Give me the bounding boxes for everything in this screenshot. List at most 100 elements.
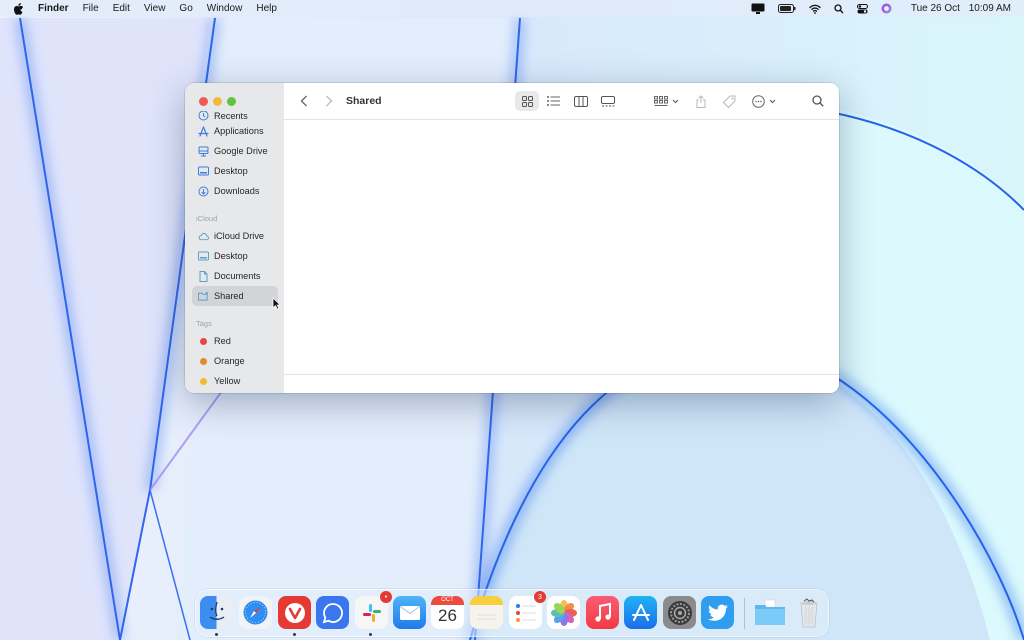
running-indicator [293, 633, 296, 636]
forward-button[interactable] [322, 91, 336, 111]
app-store-icon [631, 603, 650, 621]
trash-icon [800, 597, 817, 627]
sidebar-item-icloud-drive[interactable]: iCloud Drive [192, 226, 278, 246]
desktop-icon [198, 251, 209, 262]
chevron-left-icon [300, 95, 307, 107]
gallery-icon [601, 95, 615, 106]
zoom-button[interactable] [227, 97, 236, 106]
dock-music[interactable] [586, 596, 619, 629]
slack-icon [362, 603, 381, 622]
minimize-button[interactable] [213, 97, 222, 106]
menu-view[interactable]: View [144, 3, 166, 14]
menu-edit[interactable]: Edit [113, 3, 130, 14]
wifi-icon[interactable] [809, 4, 821, 14]
folder-icon [754, 599, 785, 625]
sidebar-item-icloud-desktop[interactable]: Desktop [192, 246, 278, 266]
close-button[interactable] [199, 97, 208, 106]
apple-menu-icon[interactable] [13, 2, 24, 15]
sidebar-item-downloads[interactable]: Downloads [192, 181, 278, 201]
menu-file[interactable]: File [83, 3, 99, 14]
calendar-month: OCT [431, 596, 464, 605]
reminders-icon [515, 603, 536, 622]
dock-photos[interactable] [547, 596, 580, 629]
sidebar-heading-icloud: iCloud [196, 214, 218, 223]
tag-dot-icon [200, 337, 207, 345]
dock-app-store[interactable] [624, 596, 657, 629]
dock-notes[interactable] [470, 596, 503, 629]
more-actions-button[interactable] [750, 91, 778, 111]
tag-dot-icon [200, 357, 207, 365]
column-view-button[interactable] [570, 91, 592, 111]
document-icon [198, 270, 209, 282]
notification-badge: • [380, 591, 392, 603]
sidebar-item-label: Google Drive [214, 146, 268, 156]
tag-dot-icon [200, 377, 207, 385]
dock-vivaldi[interactable] [278, 596, 311, 629]
dock-twitter[interactable] [701, 596, 734, 629]
sidebar-item-label: Documents [214, 271, 261, 281]
status-bar [284, 374, 839, 393]
spotlight-icon[interactable] [834, 3, 844, 14]
finder-icon [209, 601, 224, 620]
icon-view-button[interactable] [515, 91, 539, 111]
gear-icon [667, 600, 692, 625]
sidebar-item-label: Shared [214, 291, 244, 301]
control-center-icon[interactable] [856, 3, 868, 14]
sidebar-item-recents[interactable]: Recents [192, 111, 278, 121]
sidebar-item-shared[interactable]: Shared [192, 286, 278, 306]
file-area[interactable] [284, 120, 839, 374]
sidebar-list: Recents Applications Google Drive Deskto… [192, 111, 278, 391]
chevron-down-icon [769, 99, 776, 103]
dock-calendar[interactable]: OCT 26 [431, 596, 464, 629]
ellipsis-circle-icon [752, 94, 765, 108]
sidebar-item-google-drive[interactable]: Google Drive [192, 141, 278, 161]
calendar-day: 26 [438, 606, 457, 625]
dock-downloads-folder[interactable] [753, 596, 786, 629]
search-button[interactable] [810, 91, 826, 111]
list-view-button[interactable] [542, 91, 564, 111]
dock-finder[interactable] [200, 596, 233, 629]
menu-window[interactable]: Window [207, 3, 243, 14]
sidebar-item-label: Recents [214, 111, 248, 121]
dock-trash[interactable] [792, 596, 825, 629]
menu-clock[interactable]: Tue 26 Oct 10:09 AM [905, 3, 1011, 14]
finder-window: Recents Applications Google Drive Deskto… [185, 83, 839, 393]
chevron-down-icon [672, 99, 678, 103]
group-by-button[interactable] [651, 91, 681, 111]
dock-mail[interactable] [393, 596, 426, 629]
clock-icon [198, 111, 209, 121]
sidebar-tag-orange[interactable]: Orange [192, 351, 278, 371]
menu-help[interactable]: Help [256, 3, 277, 14]
sidebar-item-label: iCloud Drive [214, 231, 265, 241]
share-button[interactable] [693, 91, 709, 111]
back-button[interactable] [297, 91, 311, 111]
dock-signal[interactable] [316, 596, 349, 629]
dock-system-preferences[interactable] [663, 596, 696, 629]
window-title: Shared [346, 95, 382, 107]
sidebar-tag-red[interactable]: Red [192, 331, 278, 351]
sidebar-item-desktop[interactable]: Desktop [192, 161, 278, 181]
dock-reminders[interactable]: 3 [509, 591, 546, 629]
vivaldi-icon [284, 602, 305, 623]
sidebar-item-label: Downloads [214, 186, 260, 196]
siri-icon[interactable] [881, 3, 892, 14]
battery-icon[interactable] [777, 4, 796, 13]
tags-button[interactable] [720, 91, 738, 111]
chevron-right-icon [326, 95, 333, 107]
finder-sidebar: Recents Applications Google Drive Deskto… [185, 83, 284, 393]
window-controls [199, 97, 241, 106]
sidebar-tag-yellow[interactable]: Yellow [192, 371, 278, 391]
gallery-view-button[interactable] [597, 91, 619, 111]
sidebar-item-documents[interactable]: Documents [192, 266, 278, 286]
share-icon [696, 94, 706, 108]
sidebar-item-label: Red [214, 336, 231, 346]
finder-toolbar: Shared [284, 83, 839, 120]
sidebar-heading-tags: Tags [196, 319, 212, 328]
dock-safari[interactable] [239, 596, 272, 629]
sidebar-item-applications[interactable]: Applications [192, 121, 278, 141]
menu-go[interactable]: Go [179, 3, 192, 14]
search-icon [812, 95, 824, 107]
display-icon[interactable] [751, 3, 765, 14]
menu-app-name[interactable]: Finder [38, 3, 69, 14]
dock-slack[interactable]: • [355, 591, 392, 629]
